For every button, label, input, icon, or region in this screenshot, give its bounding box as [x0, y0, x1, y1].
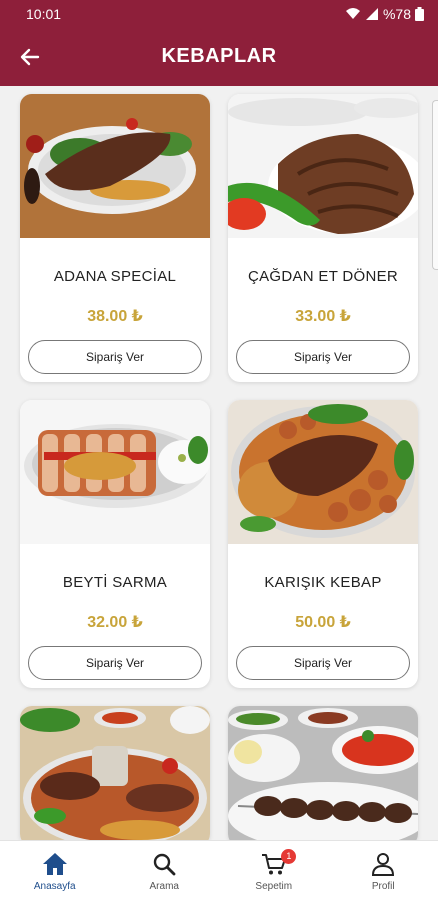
order-button[interactable]: Sipariş Ver [236, 340, 410, 374]
scroll-indicator [432, 100, 438, 270]
product-name: ADANA SPECİAL [53, 268, 177, 285]
battery-percent: %78 [382, 6, 411, 22]
order-button[interactable]: Sipariş Ver [236, 646, 410, 680]
product-price: 50.00 ₺ [295, 614, 351, 631]
product-grid: ADANA SPECİAL 38.00 ₺ Sipariş Ver ÇAĞDAN… [0, 86, 438, 840]
product-card-karisik-kebap: KARIŞIK KEBAP 50.00 ₺ Sipariş Ver [228, 400, 418, 688]
order-button[interactable]: Sipariş Ver [28, 340, 202, 374]
product-name: ÇAĞDAN ET DÖNER [247, 268, 399, 285]
person-icon [372, 853, 395, 876]
product-image-adana [20, 94, 210, 238]
product-image-karisik-kebap [228, 400, 418, 544]
cart-badge: 1 [281, 849, 297, 864]
battery-icon [415, 7, 424, 21]
page-title: KEBAPLAR [161, 45, 277, 67]
app-bar: KEBAPLAR [0, 28, 438, 86]
product-image-mixed-platter [20, 706, 210, 840]
signal-icon [365, 8, 378, 20]
product-name: BEYTİ SARMA [62, 574, 168, 591]
product-price: 38.00 ₺ [87, 308, 143, 325]
product-price: 32.00 ₺ [87, 614, 143, 631]
product-image-beyti-sarma [20, 400, 210, 544]
tab-profile[interactable]: Profil [329, 841, 438, 900]
product-card-shish-kebab [228, 706, 418, 840]
tab-home-label: Anasayfa [33, 881, 76, 892]
search-icon [154, 853, 176, 876]
product-card-cagdan-doner: ÇAĞDAN ET DÖNER 33.00 ₺ Sipariş Ver [228, 94, 418, 382]
tab-home[interactable]: Anasayfa [0, 841, 110, 900]
status-icons: %78 [345, 6, 424, 22]
status-bar: 10:01 %78 [0, 0, 438, 28]
product-price: 33.00 ₺ [295, 308, 351, 325]
home-icon [42, 853, 67, 875]
product-name: KARIŞIK KEBAP [264, 574, 382, 591]
bottom-navigation: Anasayfa Arama 1 Sepetim Profil [0, 840, 438, 900]
status-time: 10:01 [26, 6, 62, 22]
product-card-mixed-platter [20, 706, 210, 840]
product-image-cagdan-doner [228, 94, 418, 238]
tab-search[interactable]: Arama [110, 841, 220, 900]
tab-cart-label: Sepetim [255, 881, 293, 892]
wifi-icon [345, 8, 360, 19]
tab-search-label: Arama [149, 881, 179, 892]
order-button[interactable]: Sipariş Ver [28, 646, 202, 680]
product-image-shish-kebab [228, 706, 418, 840]
tab-profile-label: Profil [371, 881, 395, 892]
product-card-beyti-sarma: BEYTİ SARMA 32.00 ₺ Sipariş Ver [20, 400, 210, 688]
product-card-adana: ADANA SPECİAL 38.00 ₺ Sipariş Ver [20, 94, 210, 382]
tab-cart[interactable]: 1 Sepetim [219, 841, 329, 900]
